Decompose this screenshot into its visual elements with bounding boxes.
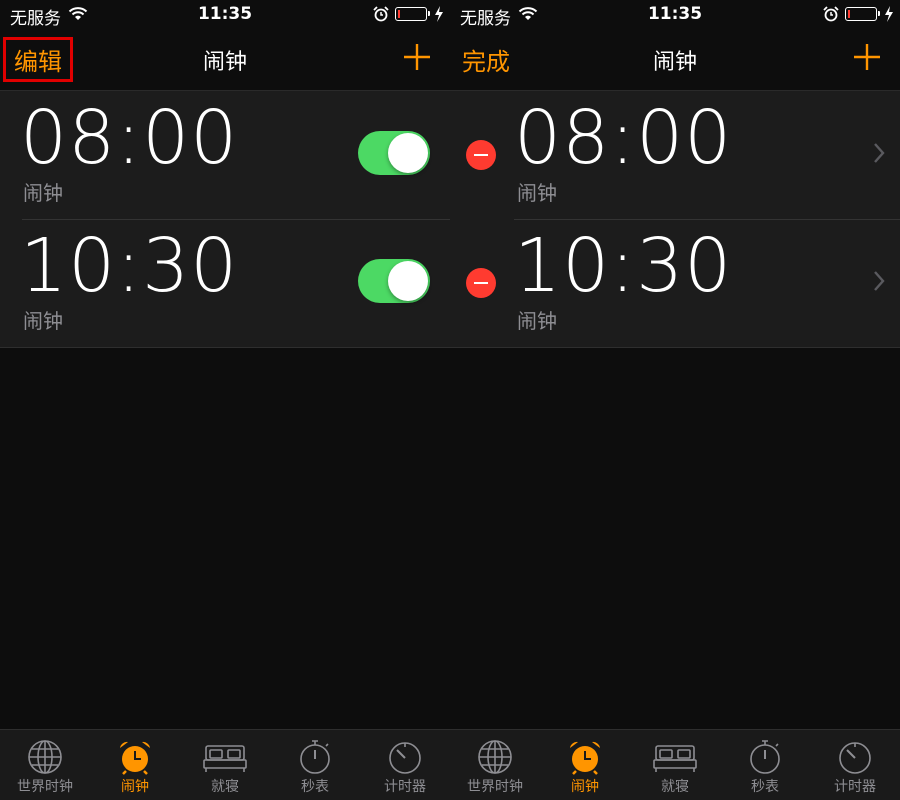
tab-label: 秒表 (751, 779, 779, 795)
page-title: 闹钟 (202, 50, 247, 75)
alarm-clock-icon (570, 741, 600, 775)
tab-label: 计时器 (384, 779, 426, 795)
bed-icon (653, 745, 697, 772)
clock-screen-normal: 无服务 11:35 编辑 闹钟 08:00 闹钟 10:30 闹钟 世界时钟 闹… (0, 0, 450, 800)
tab-timer[interactable]: 计时器 (360, 730, 450, 800)
charging-bolt-icon (885, 6, 893, 22)
globe-icon (28, 740, 62, 774)
status-bar: 无服务 11:35 (0, 0, 450, 30)
alarm-row[interactable]: 10:30 闹钟 (450, 219, 900, 347)
delete-minus-icon[interactable] (466, 140, 496, 170)
battery-icon (395, 7, 430, 21)
tab-bedtime[interactable]: 就寝 (180, 730, 270, 800)
alarm-toggle[interactable] (358, 131, 430, 175)
stopwatch-icon (750, 740, 780, 774)
bed-icon (203, 745, 247, 772)
tab-stopwatch[interactable]: 秒表 (270, 730, 360, 800)
tab-label: 闹钟 (121, 779, 149, 795)
tab-label: 世界时钟 (17, 779, 73, 795)
page-title: 闹钟 (652, 50, 697, 75)
tab-bar: 世界时钟 闹钟 就寝 秒表 计时器 (450, 729, 900, 800)
tab-label: 世界时钟 (467, 779, 523, 795)
nav-bar: 完成 闹钟 (450, 30, 900, 91)
tab-world-clock[interactable]: 世界时钟 (450, 730, 540, 800)
alarm-clock-icon (120, 741, 150, 775)
charging-bolt-icon (435, 6, 443, 22)
tab-label: 闹钟 (571, 779, 599, 795)
battery-icon (845, 7, 880, 21)
timer-icon (839, 742, 871, 774)
tab-stopwatch[interactable]: 秒表 (720, 730, 810, 800)
alarm-list: 08:00 闹钟 10:30 闹钟 (450, 91, 900, 348)
alarm-label: 闹钟 (517, 181, 557, 205)
clock-screen-editing: 无服务 11:35 完成 闹钟 08:00 闹钟 10:30 闹钟 世界时钟 闹… (450, 0, 900, 800)
tab-label: 就寝 (211, 779, 239, 795)
alarm-time: 08:00 (514, 95, 733, 181)
tab-bedtime[interactable]: 就寝 (630, 730, 720, 800)
alarm-label: 闹钟 (23, 181, 63, 205)
tab-label: 就寝 (661, 779, 689, 795)
stopwatch-icon (300, 740, 330, 774)
alarm-list: 08:00 闹钟 10:30 闹钟 (0, 91, 450, 348)
alarm-indicator-icon (373, 6, 389, 22)
tab-timer[interactable]: 计时器 (810, 730, 900, 800)
plus-icon[interactable] (852, 42, 882, 72)
tab-label: 计时器 (834, 779, 876, 795)
status-bar: 无服务 11:35 (450, 0, 900, 30)
alarm-row[interactable]: 08:00 闹钟 (0, 91, 450, 219)
tab-alarm[interactable]: 闹钟 (90, 730, 180, 800)
alarm-row[interactable]: 10:30 闹钟 (0, 219, 450, 347)
alarm-time: 10:30 (514, 223, 733, 309)
tab-alarm[interactable]: 闹钟 (540, 730, 630, 800)
alarm-toggle[interactable] (358, 259, 430, 303)
alarm-label: 闹钟 (517, 309, 557, 333)
plus-icon[interactable] (402, 42, 432, 72)
chevron-right-icon (874, 143, 885, 163)
globe-icon (478, 740, 512, 774)
alarm-time: 10:30 (20, 223, 239, 309)
tab-world-clock[interactable]: 世界时钟 (0, 730, 90, 800)
alarm-row[interactable]: 08:00 闹钟 (450, 91, 900, 219)
alarm-indicator-icon (823, 6, 839, 22)
tab-label: 秒表 (301, 779, 329, 795)
delete-minus-icon[interactable] (466, 268, 496, 298)
nav-bar: 编辑 闹钟 (0, 30, 450, 91)
tab-bar: 世界时钟 闹钟 就寝 秒表 计时器 (0, 729, 450, 800)
alarm-label: 闹钟 (23, 309, 63, 333)
alarm-time: 08:00 (20, 95, 239, 181)
chevron-right-icon (874, 271, 885, 291)
timer-icon (389, 742, 421, 774)
